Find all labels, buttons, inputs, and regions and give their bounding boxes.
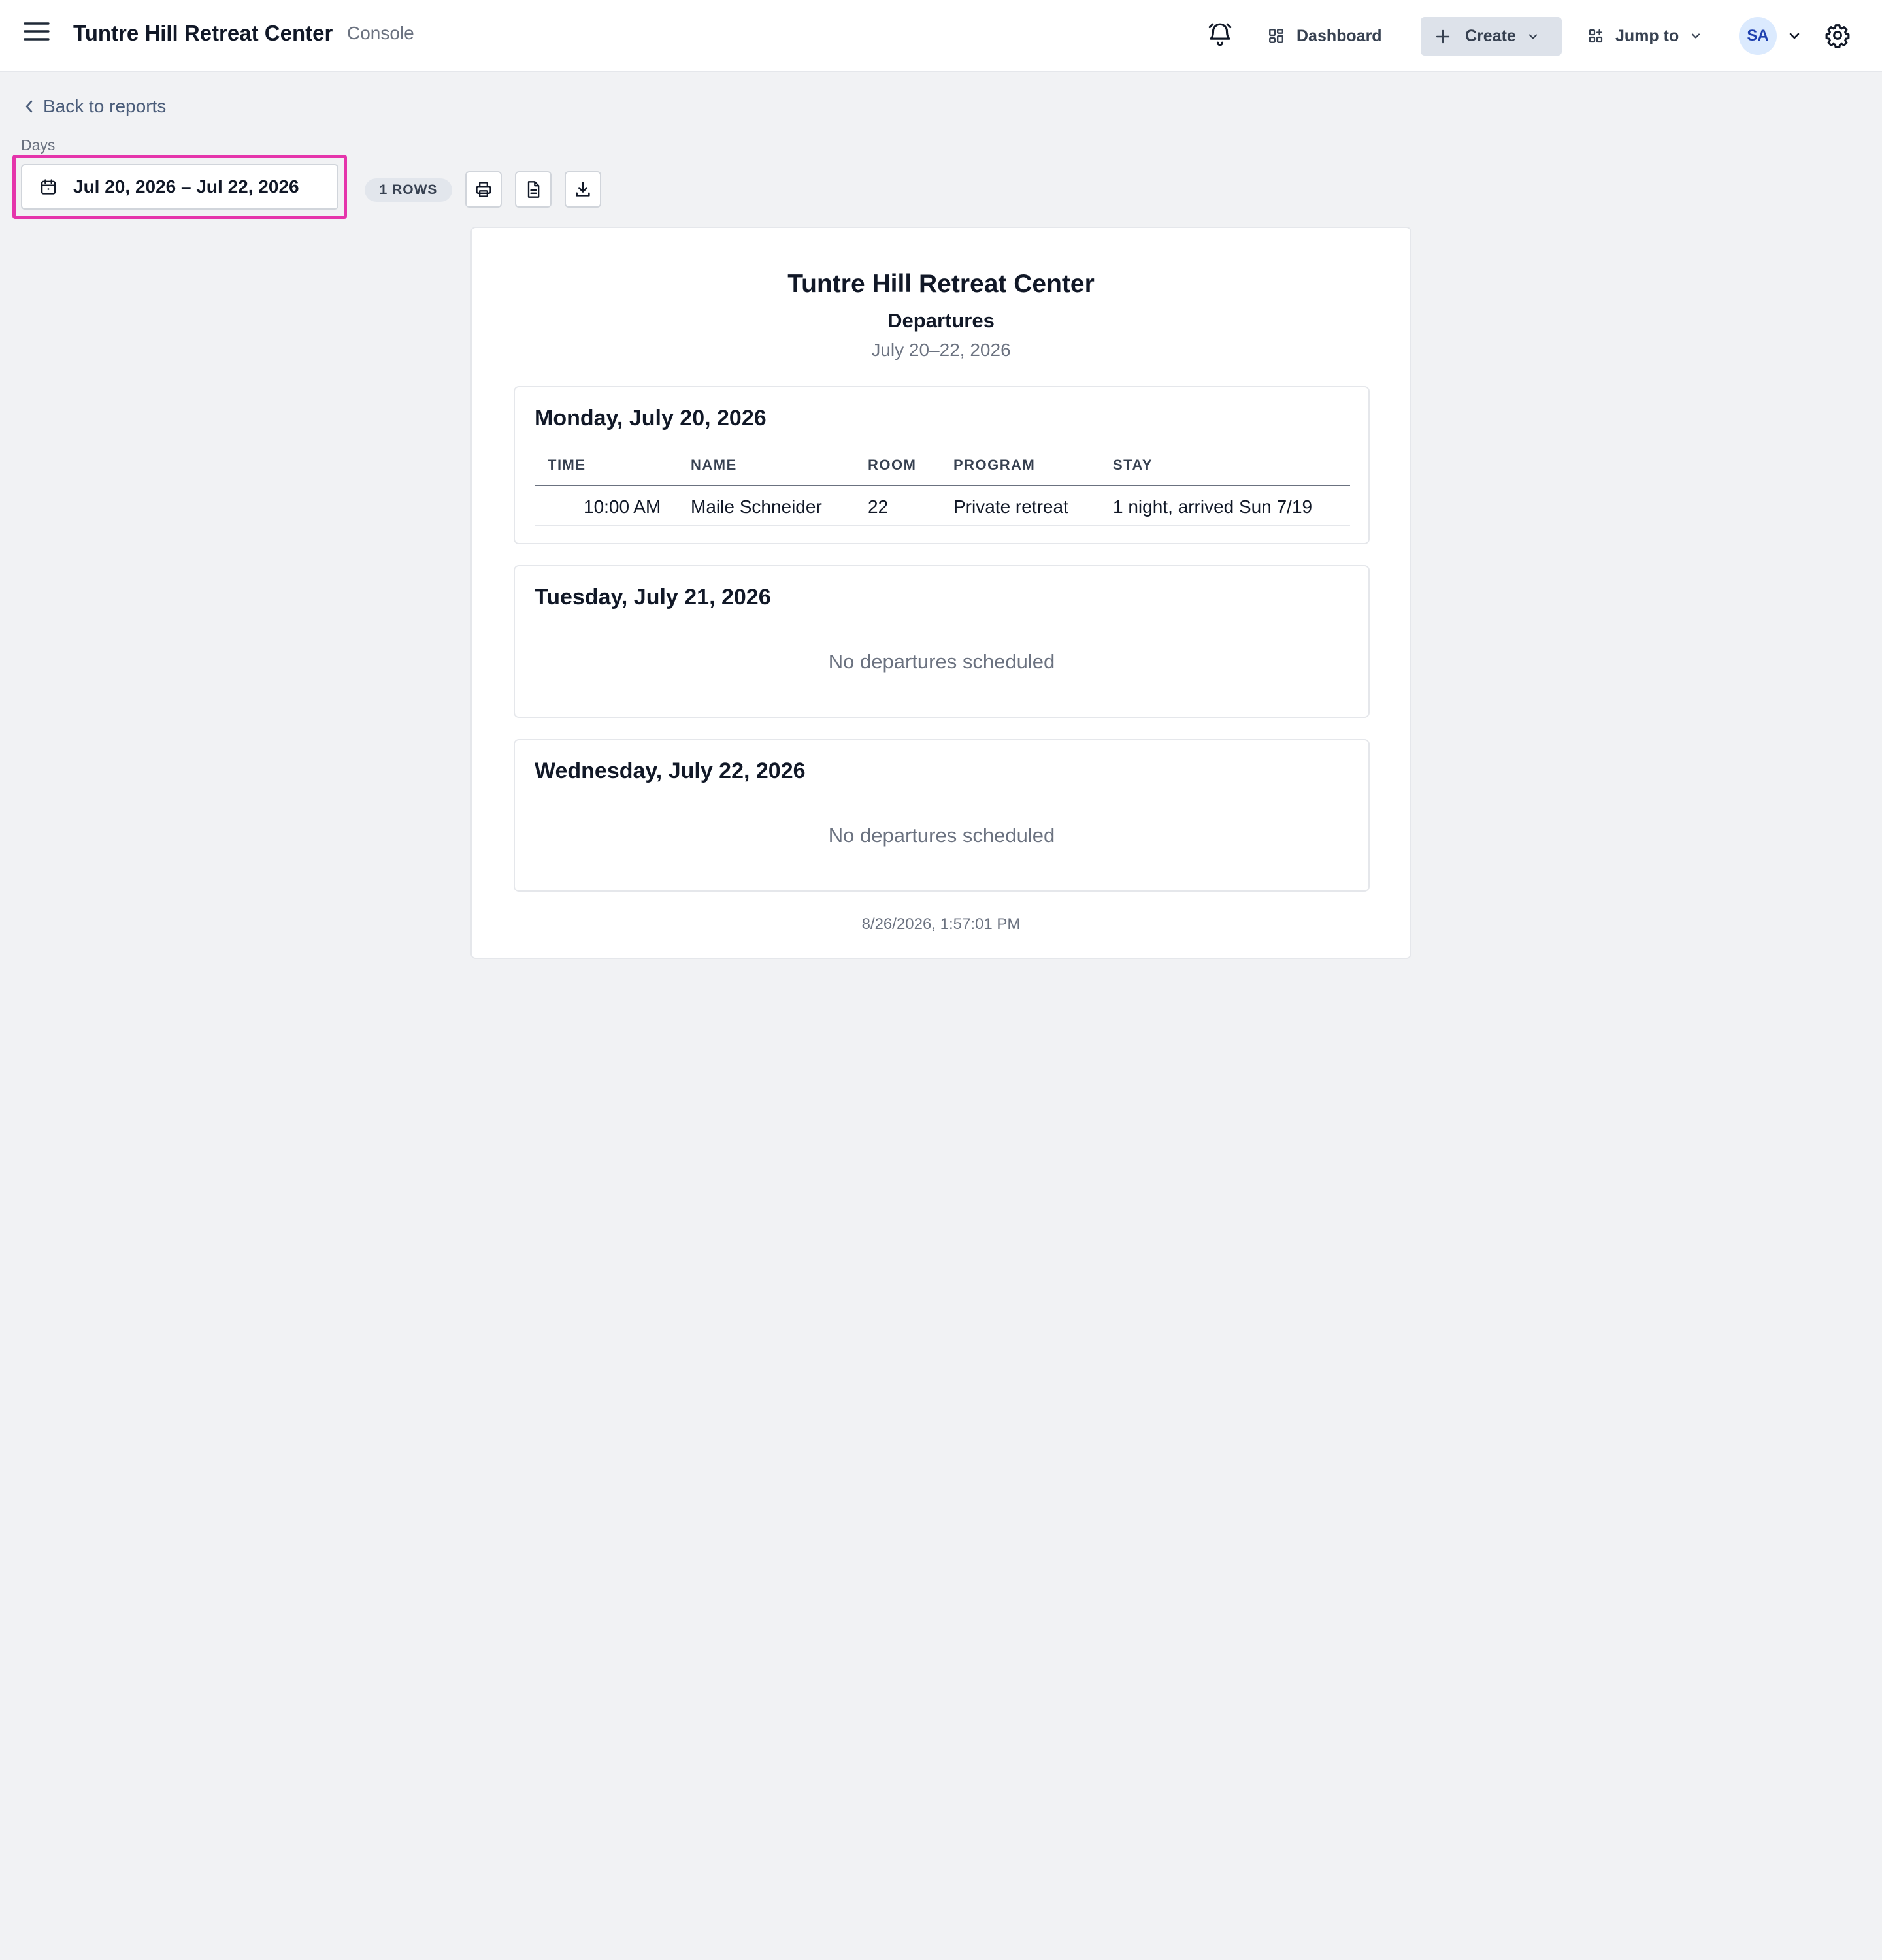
day-title: Wednesday, July 22, 2026 [535, 759, 806, 783]
app-title: Tuntre Hill Retreat Center [73, 21, 333, 45]
chevron-down-icon[interactable] [1787, 28, 1802, 44]
cell-name: Maile Schneider [691, 497, 822, 517]
column-header-time: TIME [548, 457, 586, 473]
column-header-name: NAME [691, 457, 737, 473]
empty-state-text: No departures scheduled [828, 824, 1055, 847]
column-header-program: PROGRAM [953, 457, 1036, 473]
download-button[interactable] [565, 171, 601, 208]
dashboard-label: Dashboard [1296, 26, 1382, 45]
day-section: Monday, July 20, 2026 TIME NAME ROOM PRO… [514, 386, 1370, 544]
report-subtitle: Departures [887, 309, 995, 332]
report-title: Tuntre Hill Retreat Center [787, 270, 1095, 298]
day-section: Wednesday, July 22, 2026 No departures s… [514, 739, 1370, 892]
app-subtitle: Console [347, 23, 414, 43]
day-title: Monday, July 20, 2026 [535, 406, 767, 431]
cell-stay: 1 night, arrived Sun 7/19 [1113, 497, 1313, 517]
cell-room: 22 [868, 497, 889, 517]
back-to-reports-link[interactable]: Back to reports [24, 96, 166, 117]
report-card: Tuntre Hill Retreat Center Departures Ju… [470, 227, 1412, 959]
print-icon [476, 182, 491, 197]
plus-icon [1436, 29, 1450, 43]
column-header-room: ROOM [868, 457, 917, 473]
column-header-stay: STAY [1113, 457, 1153, 473]
table-header-divider [535, 485, 1350, 486]
export-document-button[interactable] [515, 171, 552, 208]
gear-icon[interactable] [1824, 22, 1852, 50]
chevron-left-icon [25, 100, 33, 113]
day-title: Tuesday, July 21, 2026 [535, 585, 771, 610]
document-icon [527, 181, 540, 198]
rows-count-badge: 1 ROWS [365, 178, 452, 202]
table-row-divider [535, 525, 1350, 526]
days-label: Days [21, 137, 56, 154]
top-bar: Tuntre Hill Retreat Center Console Dashb… [0, 0, 1882, 72]
chevron-down-icon [1692, 33, 1700, 39]
day-section: Tuesday, July 21, 2026 No departures sch… [514, 565, 1370, 718]
jump-icon [1589, 29, 1603, 43]
jump-to-label: Jump to [1615, 26, 1679, 45]
dashboard-icon [1269, 29, 1283, 43]
date-range-picker[interactable]: Jul 20, 2026 – Jul 22, 2026 [21, 164, 338, 210]
avatar[interactable]: SA [1739, 17, 1777, 55]
report-date-range: July 20–22, 2026 [871, 340, 1011, 360]
empty-state-text: No departures scheduled [828, 650, 1055, 673]
create-button[interactable]: Create [1421, 17, 1562, 56]
bell-icon[interactable] [1206, 21, 1236, 51]
create-label: Create [1465, 27, 1516, 45]
download-icon [576, 182, 590, 197]
generated-timestamp: 8/26/2026, 1:57:01 PM [861, 915, 1021, 933]
back-to-reports-label: Back to reports [43, 96, 167, 116]
dashboard-button[interactable]: Dashboard [1268, 17, 1398, 55]
print-button[interactable] [465, 171, 502, 208]
menu-icon[interactable] [24, 21, 55, 51]
chevron-down-icon [1528, 33, 1537, 39]
calendar-icon [41, 179, 56, 195]
date-range-value: Jul 20, 2026 – Jul 22, 2026 [73, 176, 299, 197]
cell-program: Private retreat [953, 497, 1068, 517]
cell-time: 10:00 AM [584, 497, 661, 517]
jump-to-button[interactable]: Jump to [1588, 17, 1713, 55]
